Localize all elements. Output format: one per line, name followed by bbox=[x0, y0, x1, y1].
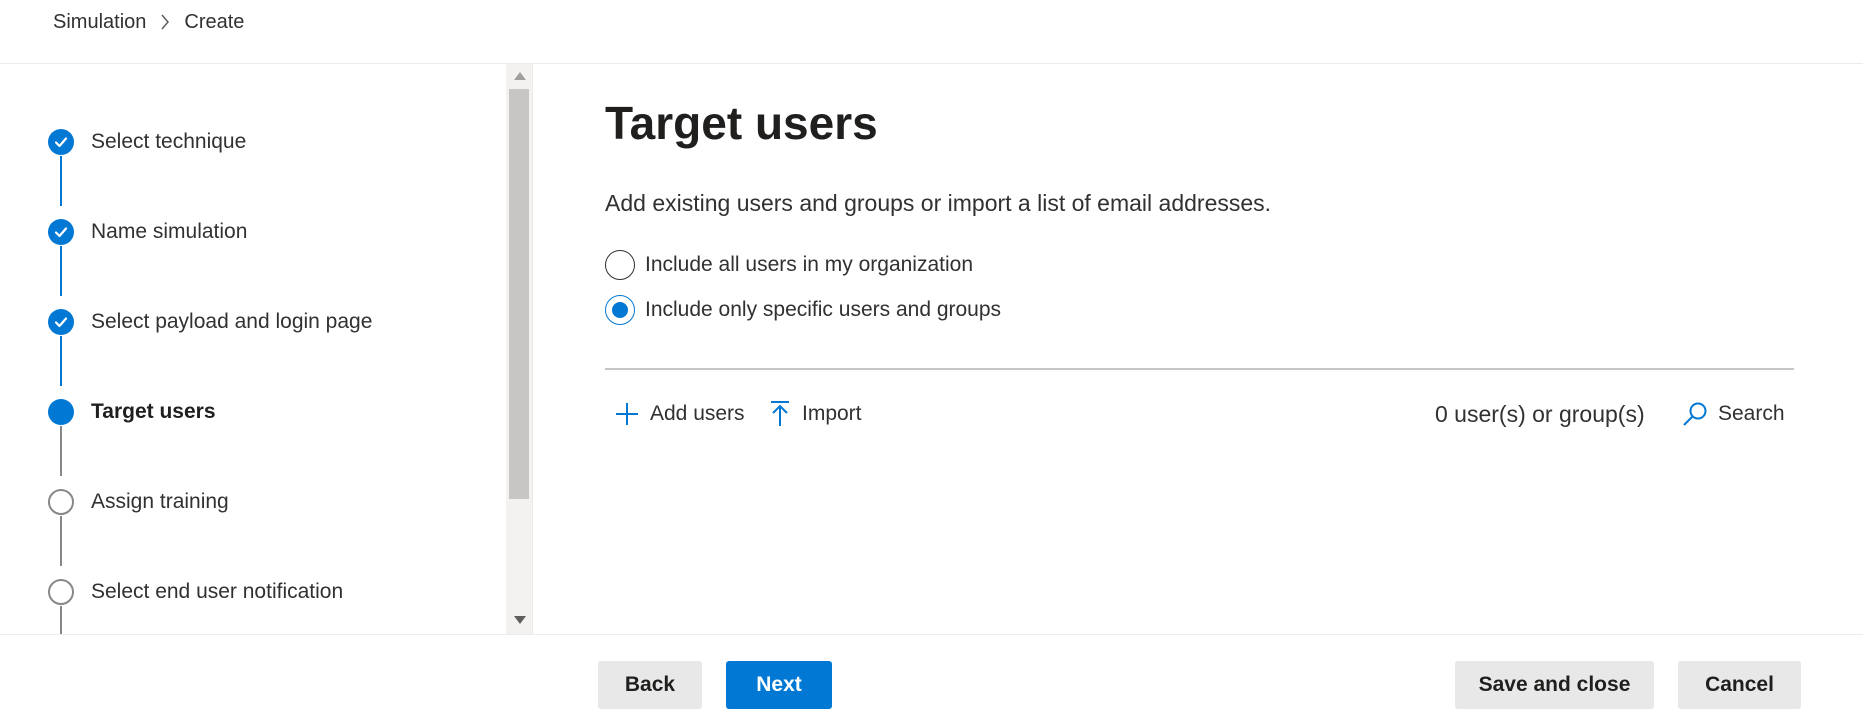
import-button[interactable]: Import bbox=[768, 396, 862, 432]
plus-icon bbox=[614, 401, 640, 427]
radio-button-selected[interactable] bbox=[605, 295, 635, 325]
selection-count: 0 user(s) or group(s) bbox=[1435, 400, 1645, 427]
scroll-up-arrow-icon[interactable] bbox=[514, 72, 526, 80]
pending-step-icon bbox=[48, 489, 74, 515]
stepper-scrollbar[interactable] bbox=[506, 64, 532, 634]
section-divider bbox=[605, 368, 1794, 370]
back-button[interactable]: Back bbox=[598, 661, 702, 709]
search-icon bbox=[1682, 401, 1708, 427]
step-connector bbox=[60, 336, 62, 386]
breadcrumb-item-create: Create bbox=[184, 10, 245, 33]
checkmark-icon bbox=[48, 129, 74, 155]
wizard-stepper: Select technique Name simulation Select … bbox=[0, 64, 506, 634]
search-label: Search bbox=[1718, 402, 1785, 425]
current-step-icon bbox=[48, 399, 74, 425]
search-button[interactable]: Search bbox=[1682, 396, 1785, 432]
save-and-close-button[interactable]: Save and close bbox=[1455, 661, 1654, 709]
step-label: Select payload and login page bbox=[91, 310, 373, 333]
chevron-right-icon bbox=[160, 14, 170, 30]
add-users-label: Add users bbox=[650, 402, 745, 425]
page-description: Add existing users and groups or import … bbox=[605, 190, 1272, 216]
step-connector bbox=[60, 246, 62, 296]
step-connector bbox=[60, 606, 62, 634]
pane-divider bbox=[532, 64, 533, 634]
step-label: Name simulation bbox=[91, 220, 248, 243]
checkmark-icon bbox=[48, 309, 74, 335]
radio-button-unselected[interactable] bbox=[605, 250, 635, 280]
import-label: Import bbox=[802, 402, 862, 425]
radio-label: Include all users in my organization bbox=[645, 253, 974, 276]
step-select-end-user-notification[interactable]: Select end user notification bbox=[48, 578, 343, 606]
radio-include-all-users[interactable]: Include all users in my organization bbox=[605, 250, 973, 280]
radio-label: Include only specific users and groups bbox=[645, 298, 1002, 321]
step-connector bbox=[60, 426, 62, 476]
breadcrumb: Simulation Create bbox=[53, 0, 244, 44]
breadcrumb-item-simulation[interactable]: Simulation bbox=[53, 11, 146, 34]
footer-divider bbox=[0, 634, 1863, 635]
upload-icon bbox=[768, 400, 792, 428]
step-target-users[interactable]: Target users bbox=[48, 398, 216, 426]
step-name-simulation[interactable]: Name simulation bbox=[48, 218, 247, 246]
page-title: Target users bbox=[605, 97, 878, 149]
step-assign-training[interactable]: Assign training bbox=[48, 488, 229, 516]
pending-step-icon bbox=[48, 579, 74, 605]
next-button[interactable]: Next bbox=[726, 661, 832, 709]
step-label: Assign training bbox=[91, 490, 229, 513]
step-label: Target users bbox=[91, 400, 216, 423]
add-users-button[interactable]: Add users bbox=[614, 396, 745, 432]
cancel-button[interactable]: Cancel bbox=[1678, 661, 1801, 709]
step-label: Select end user notification bbox=[91, 580, 344, 603]
step-select-technique[interactable]: Select technique bbox=[48, 128, 246, 156]
step-connector bbox=[60, 516, 62, 566]
checkmark-icon bbox=[48, 219, 74, 245]
step-label: Select technique bbox=[91, 130, 247, 153]
radio-dot bbox=[612, 302, 628, 318]
scrollbar-thumb[interactable] bbox=[509, 89, 529, 499]
scroll-down-arrow-icon[interactable] bbox=[514, 616, 526, 624]
radio-include-specific-users[interactable]: Include only specific users and groups bbox=[605, 295, 1001, 325]
step-connector bbox=[60, 156, 62, 206]
step-select-payload[interactable]: Select payload and login page bbox=[48, 308, 372, 336]
